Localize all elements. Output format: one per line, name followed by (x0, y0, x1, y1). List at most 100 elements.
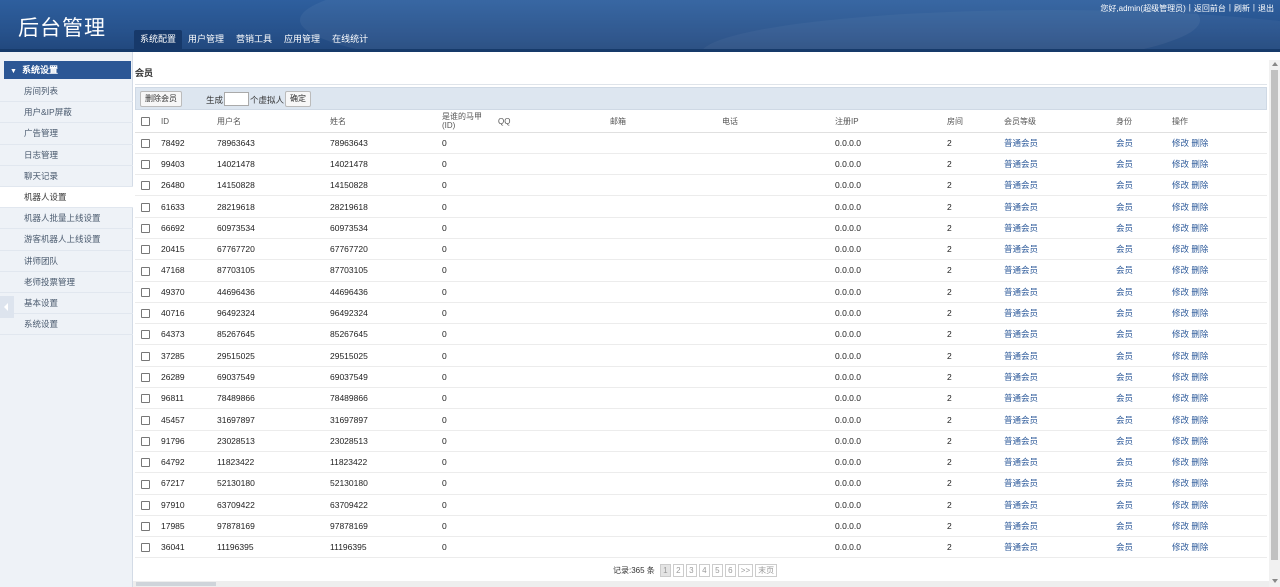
edit-link[interactable]: 修改 (1172, 265, 1189, 275)
edit-link[interactable]: 修改 (1172, 500, 1189, 510)
tab-user-management[interactable]: 用户管理 (182, 30, 230, 50)
cell-member-level[interactable]: 普通会员 (1001, 323, 1113, 346)
sidebar-item-ad-management[interactable]: 广告管理 (0, 123, 133, 145)
row-checkbox[interactable] (141, 202, 150, 212)
sidebar-item-chat-records[interactable]: 聊天记录 (0, 166, 133, 187)
row-checkbox[interactable] (141, 138, 150, 148)
row-checkbox[interactable] (141, 309, 150, 319)
row-checkbox[interactable] (141, 522, 150, 532)
row-checkbox[interactable] (141, 245, 150, 255)
column-header[interactable]: 会员等级 (1001, 111, 1113, 133)
edit-link[interactable]: 修改 (1172, 308, 1189, 318)
column-header[interactable]: 注册IP (832, 111, 944, 133)
vertical-scrollbar[interactable] (1269, 60, 1280, 587)
select-all-checkbox[interactable] (141, 116, 150, 126)
tab-marketing-tools[interactable]: 营销工具 (230, 30, 278, 50)
sidebar-item-robot-settings[interactable]: 机器人设置 (0, 186, 133, 209)
cell-member-level[interactable]: 普通会员 (1001, 195, 1113, 218)
edit-link[interactable]: 修改 (1172, 202, 1189, 212)
delete-link[interactable]: 删除 (1191, 542, 1208, 552)
cell-member-level[interactable]: 普通会员 (1001, 344, 1113, 367)
cell-member-level[interactable]: 普通会员 (1001, 302, 1113, 325)
edit-link[interactable]: 修改 (1172, 372, 1189, 382)
row-checkbox[interactable] (141, 351, 150, 361)
delete-link[interactable]: 删除 (1191, 436, 1208, 446)
edit-link[interactable]: 修改 (1172, 287, 1189, 297)
delete-link[interactable]: 删除 (1191, 223, 1208, 233)
edit-link[interactable]: 修改 (1172, 478, 1189, 488)
column-header[interactable]: ID (158, 111, 214, 133)
page-button-1[interactable]: 1 (659, 564, 671, 577)
cell-role[interactable]: 会员 (1113, 132, 1169, 154)
sidebar-collapse-button[interactable] (0, 296, 14, 318)
page-button-5[interactable]: 5 (711, 564, 723, 577)
delete-link[interactable]: 删除 (1191, 265, 1208, 275)
delete-link[interactable]: 删除 (1191, 415, 1208, 425)
cell-role[interactable]: 会员 (1113, 515, 1169, 538)
cell-role[interactable]: 会员 (1113, 281, 1169, 303)
column-header[interactable]: 操作 (1169, 111, 1267, 133)
page-button-3[interactable]: 3 (685, 564, 697, 577)
cell-member-level[interactable]: 普通会员 (1001, 281, 1113, 303)
cell-member-level[interactable]: 普通会员 (1001, 451, 1113, 474)
delete-link[interactable]: 删除 (1191, 393, 1208, 403)
next-page-button[interactable]: >> (737, 564, 754, 577)
edit-link[interactable]: 修改 (1172, 351, 1189, 361)
last-page-button[interactable]: 末页 (755, 564, 778, 577)
row-checkbox[interactable] (141, 436, 150, 446)
sidebar-item-lecturer-team[interactable]: 讲师团队 (0, 251, 133, 272)
edit-link[interactable]: 修改 (1172, 180, 1189, 190)
delete-link[interactable]: 删除 (1191, 500, 1208, 510)
row-checkbox[interactable] (141, 500, 150, 510)
cell-role[interactable]: 会员 (1113, 302, 1169, 325)
row-checkbox[interactable] (141, 160, 150, 170)
cell-role[interactable]: 会员 (1113, 323, 1169, 346)
cell-role[interactable]: 会员 (1113, 195, 1169, 218)
logout-link[interactable]: 退出 (1258, 3, 1274, 14)
edit-link[interactable]: 修改 (1172, 159, 1189, 169)
cell-member-level[interactable]: 普通会员 (1001, 408, 1113, 431)
row-checkbox[interactable] (141, 458, 150, 468)
delete-link[interactable]: 删除 (1191, 329, 1208, 339)
scrollbar-thumb[interactable] (1271, 70, 1278, 560)
row-checkbox[interactable] (141, 394, 150, 404)
column-header[interactable]: 房间 (944, 111, 1001, 133)
cell-role[interactable]: 会员 (1113, 259, 1169, 282)
cell-role[interactable]: 会员 (1113, 366, 1169, 389)
delete-link[interactable]: 删除 (1191, 457, 1208, 467)
row-checkbox[interactable] (141, 479, 150, 489)
delete-link[interactable]: 删除 (1191, 521, 1208, 531)
cell-role[interactable]: 会员 (1113, 217, 1169, 239)
edit-link[interactable]: 修改 (1172, 415, 1189, 425)
cell-role[interactable]: 会员 (1113, 472, 1169, 495)
delete-link[interactable]: 删除 (1191, 478, 1208, 488)
back-to-front-link[interactable]: 返回前台 (1194, 3, 1226, 14)
sidebar-item-guest-robot-online[interactable]: 游客机器人上线设置 (0, 229, 133, 251)
cell-role[interactable]: 会员 (1113, 238, 1169, 261)
tab-system-config[interactable]: 系统配置 (134, 30, 183, 50)
confirm-button[interactable]: 确定 (285, 91, 311, 107)
scrollbar-thumb[interactable] (136, 582, 216, 586)
edit-link[interactable]: 修改 (1172, 457, 1189, 467)
row-checkbox[interactable] (141, 223, 150, 233)
cell-role[interactable]: 会员 (1113, 430, 1169, 452)
page-button-2[interactable]: 2 (672, 564, 684, 577)
sidebar-item-robot-batch-online[interactable]: 机器人批量上线设置 (0, 208, 133, 230)
sidebar-item-log-management[interactable]: 日志管理 (0, 145, 133, 166)
cell-member-level[interactable]: 普通会员 (1001, 153, 1113, 176)
scroll-up-arrow-icon[interactable] (1272, 62, 1278, 66)
column-header[interactable]: QQ (495, 111, 607, 133)
edit-link[interactable]: 修改 (1172, 393, 1189, 403)
delete-link[interactable]: 删除 (1191, 244, 1208, 254)
edit-link[interactable]: 修改 (1172, 521, 1189, 531)
cell-member-level[interactable]: 普通会员 (1001, 217, 1113, 239)
column-header[interactable]: 邮箱 (607, 111, 719, 133)
cell-member-level[interactable]: 普通会员 (1001, 472, 1113, 495)
column-header[interactable]: 是谁的马甲(ID) (439, 111, 495, 133)
sidebar-item-room-list[interactable]: 房间列表 (0, 81, 133, 103)
edit-link[interactable]: 修改 (1172, 436, 1189, 446)
row-checkbox[interactable] (141, 181, 150, 191)
page-button-6[interactable]: 6 (724, 564, 736, 577)
cell-member-level[interactable]: 普通会员 (1001, 238, 1113, 261)
delete-link[interactable]: 删除 (1191, 308, 1208, 318)
